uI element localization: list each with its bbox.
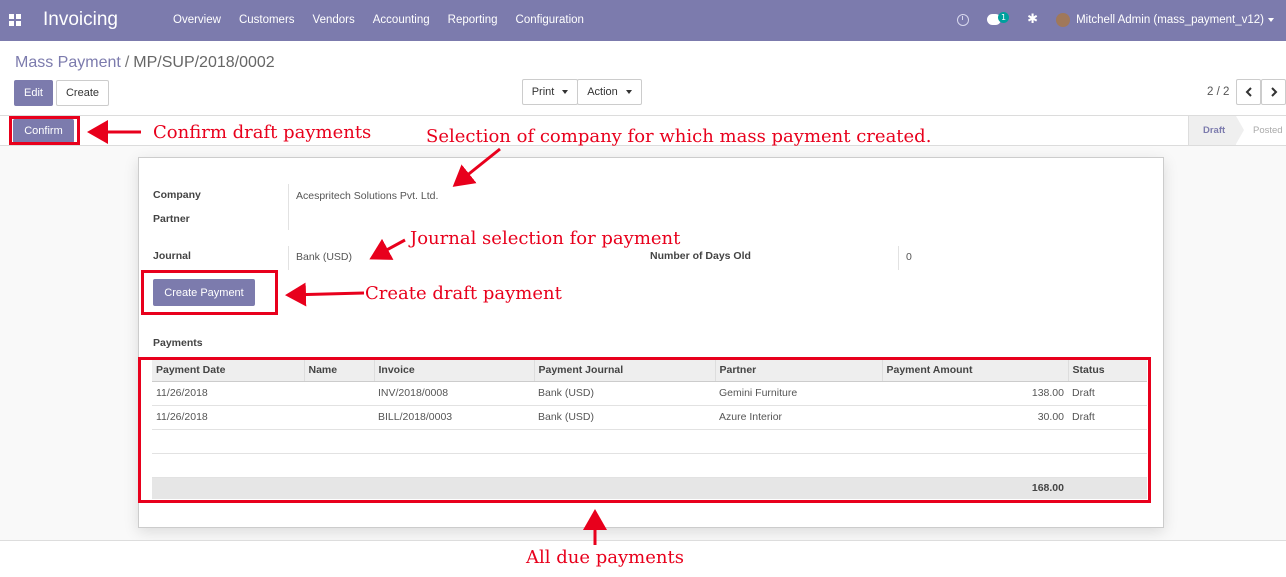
apps-menu-icon[interactable] — [9, 14, 21, 26]
annotation-confirm: Confirm draft payments — [153, 122, 372, 143]
breadcrumb-separator: / — [124, 54, 130, 71]
activity-clock-icon[interactable] — [957, 13, 970, 26]
payments-section-title: Payments — [153, 337, 203, 349]
chat-count-badge: 1 — [998, 12, 1010, 23]
annotation-company: Selection of company for which mass paym… — [426, 126, 932, 147]
menu-reporting[interactable]: Reporting — [448, 14, 498, 26]
control-panel: Mass Payment / MP/SUP/2018/0002 Edit Creat… — [0, 41, 1286, 116]
menu-customers[interactable]: Customers — [239, 14, 295, 26]
app-title: Invoicing — [43, 9, 118, 30]
breadcrumb: Mass Payment / MP/SUP/2018/0002 — [15, 54, 275, 72]
action-dropdown[interactable]: Action — [577, 79, 642, 105]
journal-field[interactable]: Bank (USD) — [296, 251, 352, 263]
main-menu: Overview Customers Vendors Accounting Re… — [173, 14, 602, 26]
chevron-down-icon[interactable] — [1268, 17, 1274, 22]
annotation-create: Create draft payment — [365, 283, 562, 304]
pager-previous-button[interactable] — [1236, 79, 1261, 105]
field-divider — [898, 246, 899, 270]
top-navbar: Invoicing Overview Customers Vendors Acc… — [0, 0, 1286, 41]
field-divider — [288, 246, 289, 270]
highlight-confirm — [9, 116, 80, 145]
print-dropdown[interactable]: Print — [522, 79, 578, 105]
annotation-journal: Journal selection for payment — [410, 228, 681, 249]
stage-posted[interactable]: Posted — [1253, 116, 1283, 145]
debug-bug-icon[interactable]: ✱ — [1027, 12, 1038, 27]
highlight-create-payment — [141, 270, 278, 315]
days-old-label: Number of Days Old — [650, 250, 751, 262]
chevron-left-icon — [1245, 87, 1252, 97]
menu-vendors[interactable]: Vendors — [313, 14, 355, 26]
chevron-right-icon — [1270, 87, 1277, 97]
company-field[interactable]: Acespritech Solutions Pvt. Ltd. — [296, 190, 438, 202]
annotation-due-payments: All due payments — [526, 547, 684, 568]
avatar[interactable] — [1056, 12, 1071, 27]
journal-label: Journal — [153, 250, 191, 262]
breadcrumb-parent[interactable]: Mass Payment — [15, 54, 121, 71]
create-button[interactable]: Create — [56, 80, 109, 106]
company-label: Company — [153, 189, 201, 201]
pager-value: 2 / 2 — [1207, 86, 1230, 98]
highlight-payments-table — [138, 357, 1151, 503]
menu-accounting[interactable]: Accounting — [373, 14, 430, 26]
pager-next-button[interactable] — [1261, 79, 1286, 105]
stage-draft: Draft — [1188, 116, 1244, 145]
user-menu[interactable]: Mitchell Admin (mass_payment_v12) — [1076, 14, 1264, 26]
print-label: Print — [531, 86, 555, 98]
field-divider — [288, 184, 289, 230]
breadcrumb-current: MP/SUP/2018/0002 — [133, 54, 275, 71]
caret-down-icon — [625, 90, 632, 94]
menu-configuration[interactable]: Configuration — [516, 14, 584, 26]
menu-overview[interactable]: Overview — [173, 14, 221, 26]
action-label: Action — [587, 86, 618, 98]
partner-label: Partner — [153, 213, 190, 225]
edit-button[interactable]: Edit — [14, 80, 53, 106]
days-old-field[interactable]: 0 — [906, 251, 912, 263]
caret-down-icon — [562, 90, 569, 94]
